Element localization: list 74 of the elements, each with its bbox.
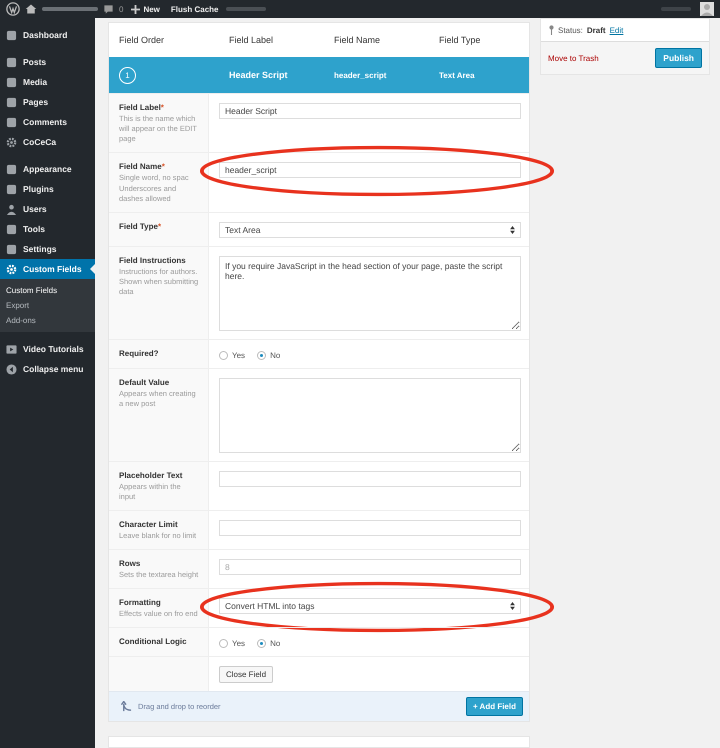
sidebar-item[interactable]: Settings — [0, 239, 95, 259]
column-header: Field Order — [118, 35, 166, 45]
close-field-button[interactable]: Close Field — [219, 666, 274, 684]
radio-button[interactable] — [257, 350, 266, 360]
radio-option[interactable]: No — [257, 639, 280, 648]
setting-label: Default Value — [119, 378, 170, 387]
select-field[interactable]: Convert HTML into tags — [219, 598, 521, 614]
wordpress-logo-icon[interactable] — [6, 2, 20, 16]
menu-item-blurred[interactable] — [226, 7, 266, 11]
setting-label: Conditional Logic — [119, 637, 188, 646]
field-type-cell-text: Text Area — [438, 70, 476, 80]
text-field[interactable] — [219, 520, 521, 536]
column-header: Field Type — [438, 35, 482, 45]
updown-icon — [510, 602, 515, 610]
text-field[interactable]: 8 — [219, 559, 521, 576]
setting-label: Field Label* — [119, 103, 165, 112]
sidebar-item[interactable]: Tools — [0, 219, 95, 239]
sidebar-item[interactable]: CoCeCa — [0, 132, 95, 152]
field-label-cell-text: Header Script — [228, 70, 289, 80]
collapse-icon — [6, 364, 17, 374]
site-name-blurred[interactable] — [42, 7, 98, 11]
radio-option[interactable]: No — [257, 350, 280, 360]
setting-label: Placeholder Text — [119, 470, 184, 480]
sidebar-item[interactable]: Dashboard — [0, 25, 95, 45]
sidebar-item[interactable]: Pages — [0, 92, 95, 112]
radio-button[interactable] — [219, 639, 228, 648]
sidebar-item[interactable]: Video Tutorials — [0, 339, 95, 359]
status-label: Status: — [558, 26, 583, 34]
new-button[interactable]: New — [128, 4, 163, 14]
textarea-field[interactable] — [219, 378, 521, 453]
gear-icon — [6, 136, 17, 148]
text-field[interactable]: header_script — [219, 162, 521, 178]
updown-icon — [510, 226, 515, 234]
home-icon[interactable] — [25, 3, 37, 15]
comment-count: 0 — [119, 4, 124, 14]
plus-icon — [131, 4, 140, 14]
field-order-badge: 1 — [119, 66, 136, 84]
edit-link[interactable]: Edit — [610, 26, 624, 34]
text-field[interactable] — [219, 470, 521, 487]
setting-label: Required? — [119, 348, 160, 358]
setting-label: Rows — [119, 559, 142, 568]
column-header: Field Label — [228, 35, 274, 45]
select-field[interactable]: Text Area — [219, 222, 521, 238]
setting-label: Field Type* — [119, 222, 162, 231]
setting-label: Field Instructions — [119, 256, 187, 265]
sidebar-item[interactable]: Collapse menu — [0, 359, 95, 379]
setting-label: Character Limit — [119, 520, 179, 529]
status-value: Draft — [586, 26, 606, 34]
avatar-icon[interactable] — [700, 2, 714, 16]
setting-label: Field Name* — [119, 162, 166, 172]
sidebar-item[interactable]: Users — [0, 199, 95, 219]
radio-option[interactable]: Yes — [219, 639, 246, 648]
flush-cache-link[interactable]: Flush Cache — [168, 4, 222, 14]
sidebar-item[interactable]: Appearance — [0, 159, 95, 179]
move-to-trash-link[interactable]: Move to Trash — [548, 54, 599, 62]
field-name-cell-text: header_script — [333, 70, 388, 80]
gear-icon — [6, 264, 17, 274]
setting-label: Formatting — [119, 598, 162, 608]
column-header: Field Name — [333, 35, 382, 45]
textarea-field[interactable]: If you require JavaScript in the head section of your page, paste the script here. — [219, 256, 521, 331]
sidebar-item[interactable]: Media — [0, 72, 95, 92]
radio-option[interactable]: Yes — [219, 350, 246, 360]
play-icon — [6, 344, 17, 354]
radio-button[interactable] — [219, 350, 228, 360]
submenu-item[interactable]: Add-ons — [0, 313, 95, 328]
submenu-item[interactable]: Custom Fields — [0, 283, 95, 298]
radio-button[interactable] — [257, 639, 266, 648]
user-icon — [6, 204, 17, 214]
text-field[interactable]: Header Script — [219, 103, 521, 119]
sidebar-item[interactable]: Comments — [0, 112, 95, 132]
sidebar-item[interactable]: Custom Fields — [0, 259, 95, 279]
submenu-item[interactable]: Export — [0, 298, 95, 313]
sidebar-item[interactable]: Plugins — [0, 179, 95, 199]
sidebar-item[interactable]: Posts — [0, 52, 95, 72]
